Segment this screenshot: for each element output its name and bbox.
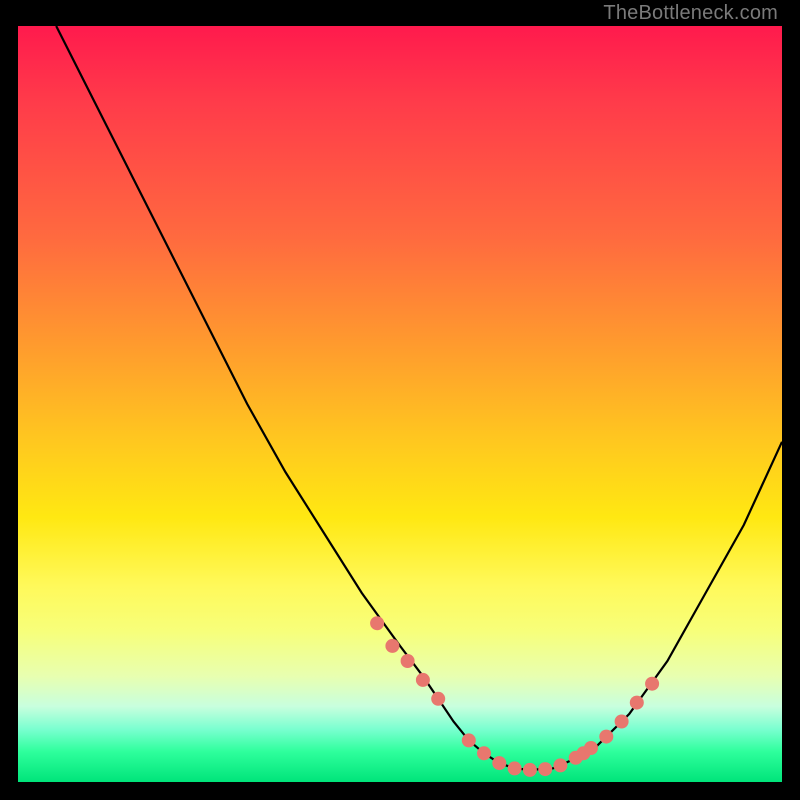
dot-marker: [477, 746, 491, 760]
dot-marker: [630, 696, 644, 710]
dot-marker: [462, 733, 476, 747]
curve-group: [56, 26, 782, 770]
dot-marker: [416, 673, 430, 687]
dot-marker: [645, 677, 659, 691]
dot-marker: [385, 639, 399, 653]
dot-marker: [431, 692, 445, 706]
watermark-text: TheBottleneck.com: [603, 2, 778, 25]
chart-svg: [18, 26, 782, 782]
dot-marker: [615, 715, 629, 729]
dot-marker: [508, 761, 522, 775]
dot-markers-group: [370, 616, 659, 777]
chart-frame: TheBottleneck.com: [18, 0, 782, 782]
dot-marker: [401, 654, 415, 668]
dot-marker: [370, 616, 384, 630]
bottleneck-curve: [56, 26, 782, 770]
dot-marker: [599, 730, 613, 744]
dot-marker: [584, 741, 598, 755]
dot-marker: [523, 763, 537, 777]
dot-marker: [553, 758, 567, 772]
dot-marker: [538, 762, 552, 776]
dot-marker: [492, 756, 506, 770]
